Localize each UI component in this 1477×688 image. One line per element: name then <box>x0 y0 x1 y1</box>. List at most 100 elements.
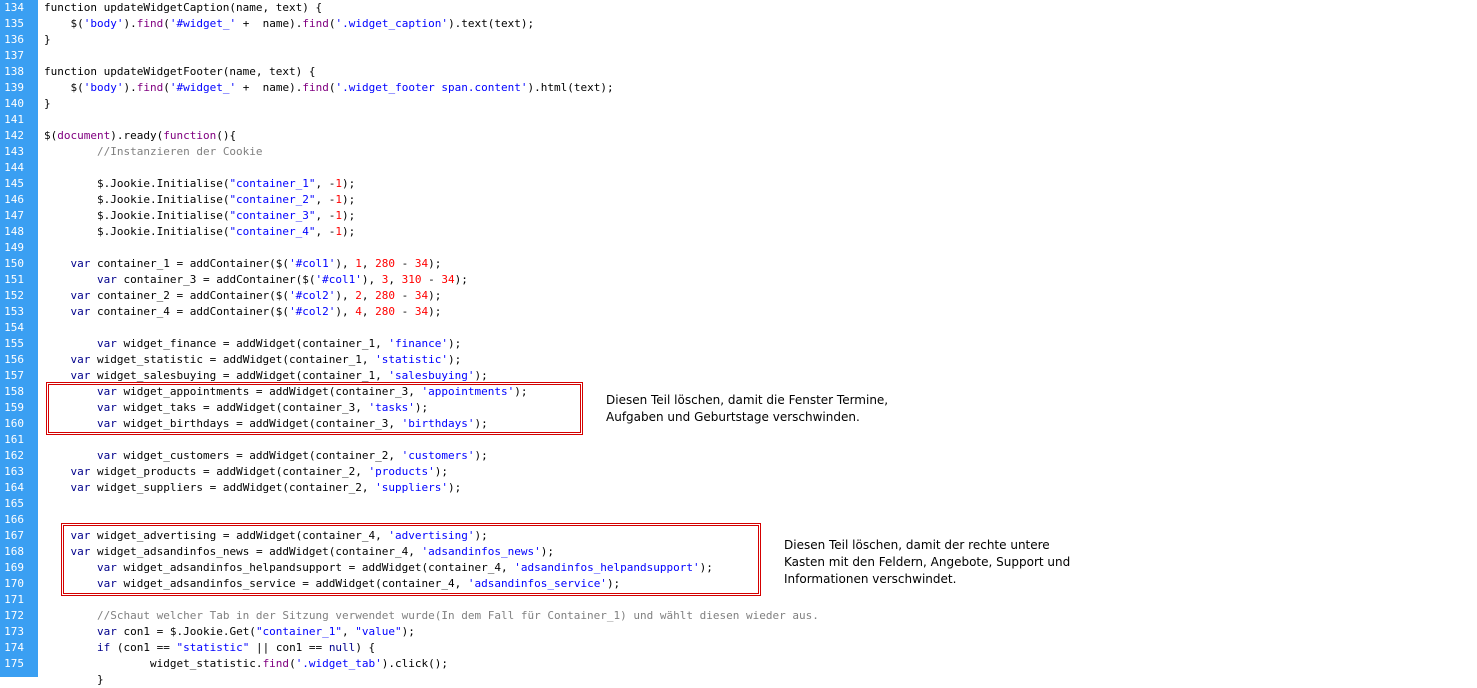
line-number: 152 <box>4 289 24 302</box>
code-token: , <box>361 289 376 302</box>
code-line[interactable]: 144 <box>0 160 1000 176</box>
code-token: + name). <box>236 17 303 30</box>
code-text: function updateWidgetCaption(name, text)… <box>44 0 322 16</box>
line-number: 136 <box>4 33 24 46</box>
line-number: 174 <box>4 641 24 654</box>
code-line[interactable]: 138 function updateWidgetFooter(name, tex… <box>0 64 1000 80</box>
line-number: 165 <box>4 497 24 510</box>
code-token: } <box>44 33 51 46</box>
code-line[interactable]: 172 //Schaut welcher Tab in der Sitzung … <box>0 608 1000 624</box>
code-token: var <box>70 481 91 494</box>
code-line[interactable]: 153 var container_4 = addContainer($('#c… <box>0 304 1000 320</box>
code-line[interactable]: 137 <box>0 48 1000 64</box>
code-line[interactable]: 145 $.Jookie.Initialise("container_1", -… <box>0 176 1000 192</box>
code-line[interactable]: 141 <box>0 112 1000 128</box>
code-line[interactable]: } <box>0 672 1000 688</box>
line-number: 138 <box>4 65 24 78</box>
code-text: $.Jookie.Initialise("container_3", -1); <box>44 208 355 224</box>
code-line[interactable]: 164 var widget_suppliers = addWidget(con… <box>0 480 1000 496</box>
code-line[interactable]: 155 var widget_finance = addWidget(conta… <box>0 336 1000 352</box>
code-line[interactable]: 135 $('body').find('#widget_' + name).fi… <box>0 16 1000 32</box>
code-token: ); <box>454 273 468 286</box>
code-line[interactable]: 163 var widget_products = addWidget(cont… <box>0 464 1000 480</box>
code-token: 'body' <box>83 81 124 94</box>
code-token: container_1 = addContainer($( <box>90 257 290 270</box>
code-line[interactable]: 134 function updateWidgetCaption(name, te… <box>0 0 1000 16</box>
line-number: 153 <box>4 305 24 318</box>
line-number: 151 <box>4 273 24 286</box>
code-token: ); <box>342 225 356 238</box>
code-line[interactable]: 150 var container_1 = addContainer($('#c… <box>0 256 1000 272</box>
code-token: "container_1" <box>229 177 316 190</box>
line-number: 173 <box>4 625 24 638</box>
code-token: , <box>342 625 356 638</box>
code-token: find <box>302 81 329 94</box>
code-token: 1 <box>355 257 362 270</box>
code-token: function updateWidgetFooter(name, text) … <box>44 65 316 78</box>
code-token: 'salesbuying' <box>388 369 475 382</box>
code-line[interactable]: 156 var widget_statistic = addWidget(con… <box>0 352 1000 368</box>
code-token: if <box>96 641 111 654</box>
code-line[interactable]: 165 <box>0 496 1000 512</box>
code-token: , - <box>315 225 336 238</box>
code-line[interactable]: 174 if (con1 == "statistic" || con1 == n… <box>0 640 1000 656</box>
line-number: 137 <box>4 49 24 62</box>
line-number: 161 <box>4 433 24 446</box>
code-token: 4 <box>355 305 362 318</box>
code-token: ); <box>428 305 442 318</box>
code-token: widget_products = addWidget(container_2, <box>90 465 369 478</box>
code-line[interactable]: 148 $.Jookie.Initialise("container_4", -… <box>0 224 1000 240</box>
code-token: '#col2' <box>289 305 336 318</box>
code-line[interactable]: 146 $.Jookie.Initialise("container_2", -… <box>0 192 1000 208</box>
code-token: ); <box>401 625 415 638</box>
annotation-note-1-line-2: Aufgaben und Geburtstage verschwinden. <box>606 410 860 424</box>
code-token: ); <box>474 369 488 382</box>
code-token: 'suppliers' <box>375 481 449 494</box>
code-token: container_4 = addContainer($( <box>90 305 290 318</box>
line-number: 160 <box>4 417 24 430</box>
code-token: $.Jookie.Initialise( <box>96 177 230 190</box>
code-text: var container_2 = addContainer($('#col2'… <box>44 288 442 304</box>
code-token: 2 <box>355 289 362 302</box>
code-token: '#col1' <box>315 273 362 286</box>
code-token: + name). <box>236 81 303 94</box>
code-token: var <box>96 625 117 638</box>
code-line[interactable]: 152 var container_2 = addContainer($('#c… <box>0 288 1000 304</box>
code-line[interactable]: 154 <box>0 320 1000 336</box>
line-number: 169 <box>4 561 24 574</box>
code-token: var <box>96 449 117 462</box>
code-line[interactable]: 139 $('body').find('#widget_' + name).fi… <box>0 80 1000 96</box>
code-token: ); <box>342 177 356 190</box>
code-text: if (con1 == "statistic" || con1 == null)… <box>44 640 375 656</box>
code-token: '#widget_' <box>169 17 237 30</box>
code-token: , <box>361 257 376 270</box>
annotation-note-1-line-1: Diesen Teil löschen, damit die Fenster T… <box>606 393 889 407</box>
code-line[interactable]: 143 //Instanzieren der Cookie <box>0 144 1000 160</box>
code-line[interactable]: 147 $.Jookie.Initialise("container_3", -… <box>0 208 1000 224</box>
line-number: 157 <box>4 369 24 382</box>
code-text: var widget_finance = addWidget(container… <box>44 336 461 352</box>
code-line[interactable]: 142 $(document).ready(function(){ <box>0 128 1000 144</box>
code-text: var widget_statistic = addWidget(contain… <box>44 352 462 368</box>
code-line[interactable]: 151 var container_3 = addContainer($('#c… <box>0 272 1000 288</box>
code-token: ); <box>428 289 442 302</box>
code-text: $(document).ready(function(){ <box>44 128 236 144</box>
code-token: //Instanzieren der Cookie <box>96 145 263 158</box>
code-token: ( <box>289 657 296 670</box>
code-line[interactable]: 136} <box>0 32 1000 48</box>
code-line[interactable]: 175 widget_statistic.find('.widget_tab')… <box>0 656 1000 672</box>
code-line[interactable]: 173 var con1 = $.Jookie.Get("container_1… <box>0 624 1000 640</box>
code-text: function updateWidgetFooter(name, text) … <box>44 64 316 80</box>
code-line[interactable]: 162 var widget_customers = addWidget(con… <box>0 448 1000 464</box>
code-text: var con1 = $.Jookie.Get("container_1", "… <box>44 624 415 640</box>
code-token: ); <box>342 193 356 206</box>
code-text: } <box>44 672 104 688</box>
code-line[interactable]: 149 <box>0 240 1000 256</box>
code-text: $.Jookie.Initialise("container_4", -1); <box>44 224 355 240</box>
code-token: ), <box>335 289 356 302</box>
code-token: widget_statistic = addWidget(container_1… <box>90 353 376 366</box>
code-token: var <box>96 273 117 286</box>
code-token: ); <box>428 257 442 270</box>
code-line[interactable]: 140} <box>0 96 1000 112</box>
line-number: 172 <box>4 609 24 622</box>
